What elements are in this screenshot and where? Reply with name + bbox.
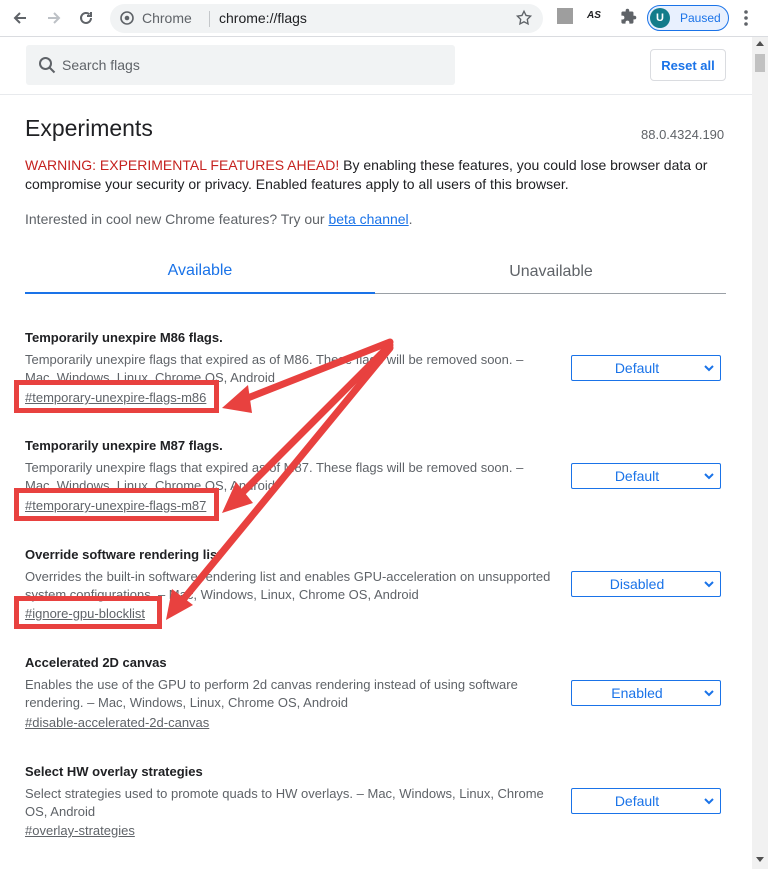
flag-name: Select HW overlay strategies: [25, 764, 203, 779]
chevron-down-icon: [704, 581, 714, 588]
scroll-up-icon[interactable]: [756, 41, 764, 46]
chevron-down-icon: [704, 473, 714, 480]
highlight-box-m87: [14, 488, 219, 521]
profile-status: Paused: [680, 11, 721, 25]
interest-text: Interested in cool new Chrome features? …: [25, 211, 413, 227]
flag-select-value: Enabled: [611, 685, 663, 701]
flag-select-value: Disabled: [609, 576, 665, 592]
tab-bar: Available Unavailable: [25, 250, 726, 294]
extension-as-icon[interactable]: AS: [587, 10, 601, 21]
flag-select-value: Default: [614, 793, 660, 809]
reset-all-button[interactable]: Reset all: [650, 49, 726, 81]
scrollbar[interactable]: [752, 37, 768, 869]
flag-name: Accelerated 2D canvas: [25, 655, 167, 670]
chrome-page-icon: [120, 11, 134, 25]
flag-name: Temporarily unexpire M86 flags.: [25, 330, 223, 345]
scroll-down-icon[interactable]: [756, 857, 764, 862]
extension-square-icon[interactable]: [557, 8, 573, 24]
flag-name: Temporarily unexpire M87 flags.: [25, 438, 223, 453]
warning-text: WARNING: EXPERIMENTAL FEATURES AHEAD! By…: [25, 156, 725, 194]
chevron-down-icon: [704, 365, 714, 372]
address-bar[interactable]: Chrome chrome://flags: [110, 4, 543, 33]
beta-channel-link[interactable]: beta channel: [328, 211, 408, 227]
flag-select[interactable]: Default: [571, 463, 721, 489]
interest-suffix: .: [408, 211, 413, 227]
flag-select[interactable]: Default: [571, 788, 721, 814]
flag-name: Override software rendering list: [25, 547, 222, 562]
url-text[interactable]: chrome://flags: [219, 10, 307, 26]
forward-button[interactable]: [42, 6, 66, 30]
flag-select[interactable]: Default: [571, 355, 721, 381]
flag-select-value: Default: [614, 360, 660, 376]
highlight-box-m86: [14, 380, 219, 413]
reload-icon: [80, 11, 92, 24]
warning-prefix: WARNING: EXPERIMENTAL FEATURES AHEAD!: [25, 157, 340, 173]
profile-button[interactable]: U Paused: [647, 5, 729, 31]
more-menu-icon[interactable]: [740, 8, 752, 28]
flag-select[interactable]: Enabled: [571, 680, 721, 706]
interest-prefix: Interested in cool new Chrome features? …: [25, 211, 329, 227]
flag-link[interactable]: #disable-accelerated-2d-canvas: [25, 715, 209, 730]
highlight-box-gpu-blocklist: [14, 596, 162, 629]
browser-toolbar: Chrome chrome://flags AS U Paused: [0, 0, 768, 37]
chevron-down-icon: [704, 690, 714, 697]
tab-available[interactable]: Available: [25, 250, 375, 294]
puzzle-extensions-icon[interactable]: [620, 8, 637, 25]
bookmark-star-icon[interactable]: [515, 9, 533, 27]
flag-link[interactable]: #overlay-strategies: [25, 823, 135, 838]
flag-description: Enables the use of the GPU to perform 2d…: [25, 677, 518, 710]
forward-arrow-icon: [48, 12, 61, 24]
chip-divider: [209, 11, 210, 27]
flag-item: Accelerated 2D canvas Enables the use of…: [25, 655, 725, 735]
version-number: 88.0.4324.190: [641, 127, 725, 142]
back-arrow-icon: [13, 12, 26, 24]
scroll-thumb[interactable]: [755, 54, 765, 72]
flag-description: Select strategies used to promote quads …: [25, 786, 544, 819]
chevron-down-icon: [704, 798, 714, 805]
site-chip-label: Chrome: [142, 10, 192, 26]
reload-button[interactable]: [74, 6, 98, 30]
flag-select[interactable]: Disabled: [571, 571, 721, 597]
flag-select-value: Default: [614, 468, 660, 484]
page-title: Experiments: [25, 115, 153, 141]
tab-unavailable[interactable]: Unavailable: [376, 250, 726, 294]
back-button[interactable]: [8, 6, 32, 30]
avatar: U: [650, 8, 670, 28]
search-box[interactable]: [26, 45, 455, 85]
search-icon: [39, 57, 56, 74]
flag-item: Select HW overlay strategies Select stra…: [25, 764, 725, 844]
search-input[interactable]: [62, 55, 442, 75]
flags-header: Reset all: [0, 37, 752, 95]
